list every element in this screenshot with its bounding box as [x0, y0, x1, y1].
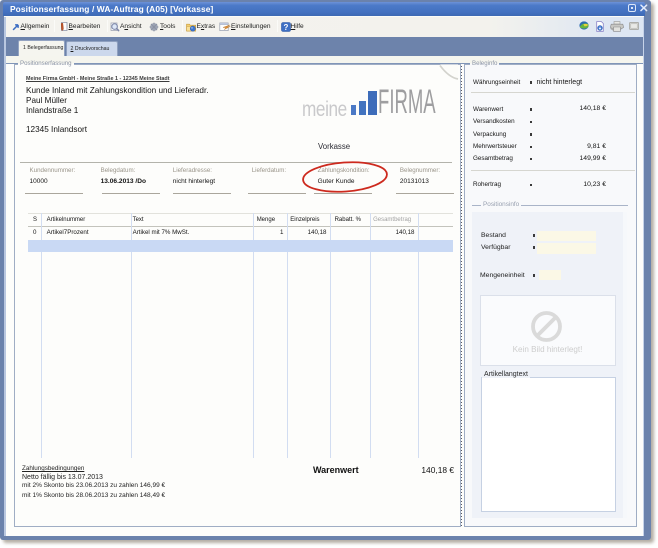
svg-text:?: ?	[284, 22, 289, 31]
